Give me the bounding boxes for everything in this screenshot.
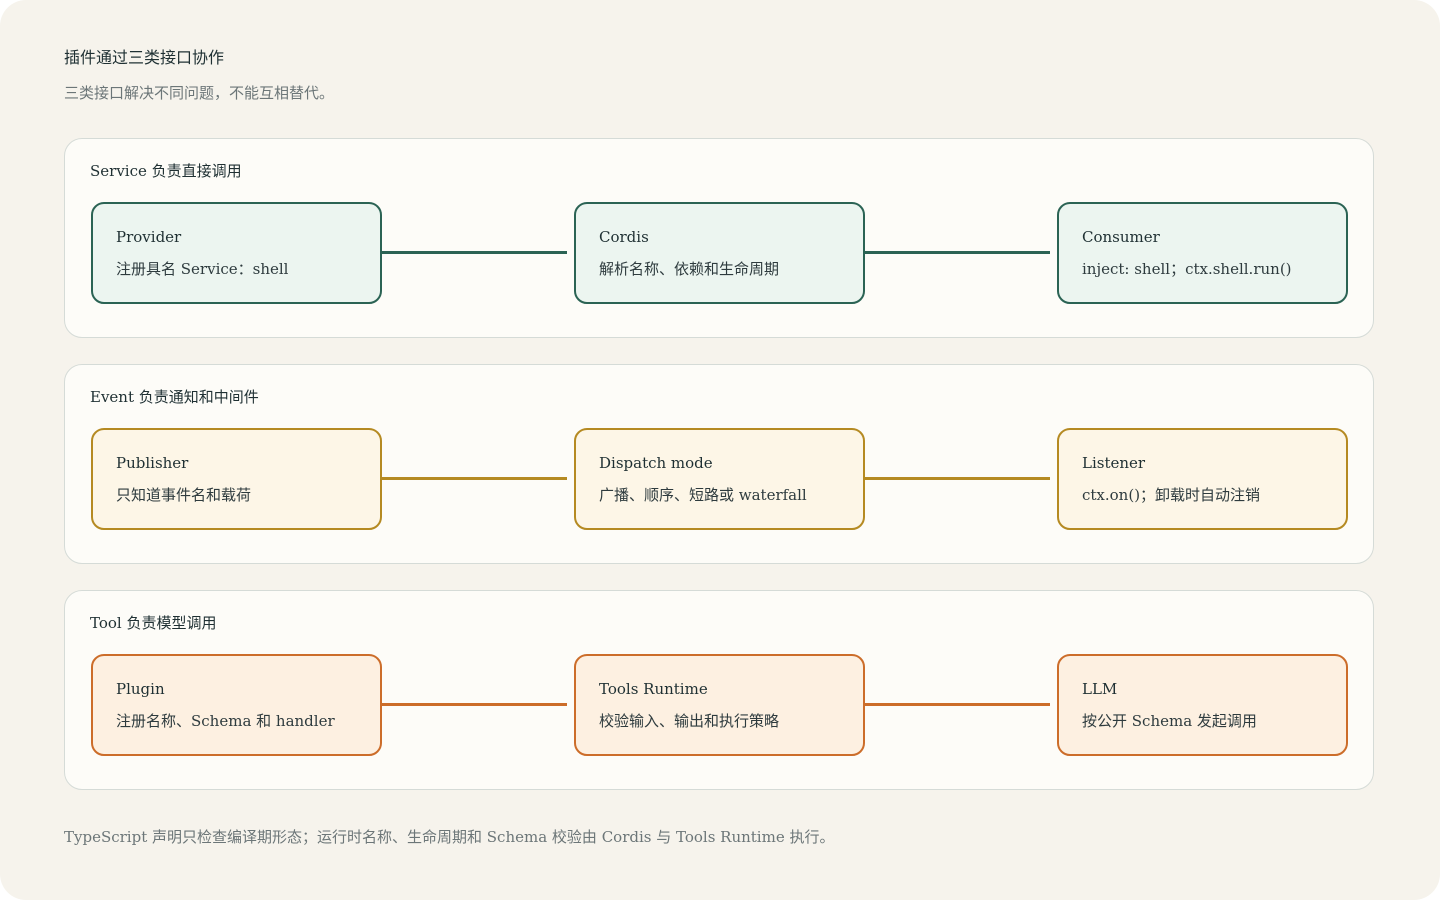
node-title: Provider <box>116 228 182 246</box>
node-description: 解析名称、依赖和生命周期 <box>599 260 780 278</box>
node-title: Publisher <box>116 454 189 472</box>
panel-title: Tool 负责模型调用 <box>90 614 217 632</box>
connector-line <box>382 702 567 706</box>
diagram-canvas: 插件通过三类接口协作 三类接口解决不同问题，不能互相替代。 Service 负责… <box>0 0 1440 900</box>
node-description: ctx.on()；卸载时自动注销 <box>1082 486 1261 504</box>
node-consumer: Consumer inject: shell；ctx.shell.run() <box>1057 202 1348 304</box>
node-title: Dispatch mode <box>599 454 713 472</box>
connector-line <box>865 250 1050 254</box>
connector-line <box>382 250 567 254</box>
node-cordis: Cordis 解析名称、依赖和生命周期 <box>574 202 865 304</box>
node-plugin: Plugin 注册名称、Schema 和 handler <box>91 654 382 756</box>
node-description: 只知道事件名和载荷 <box>116 486 252 504</box>
node-publisher: Publisher 只知道事件名和载荷 <box>91 428 382 530</box>
node-title: Cordis <box>599 228 649 246</box>
panel-service: Service 负责直接调用 Provider 注册具名 Service：she… <box>64 138 1374 338</box>
node-description: 按公开 Schema 发起调用 <box>1082 712 1257 730</box>
diagram-title: 插件通过三类接口协作 <box>64 48 225 67</box>
node-tools-runtime: Tools Runtime 校验输入、输出和执行策略 <box>574 654 865 756</box>
node-description: 广播、顺序、短路或 waterfall <box>599 486 807 504</box>
panel-event: Event 负责通知和中间件 Publisher 只知道事件名和载荷 Dispa… <box>64 364 1374 564</box>
node-llm: LLM 按公开 Schema 发起调用 <box>1057 654 1348 756</box>
connector-line <box>382 476 567 480</box>
panel-title: Event 负责通知和中间件 <box>90 388 259 406</box>
node-listener: Listener ctx.on()；卸载时自动注销 <box>1057 428 1348 530</box>
node-description: 校验输入、输出和执行策略 <box>599 712 780 730</box>
node-title: Plugin <box>116 680 165 698</box>
node-title: Consumer <box>1082 228 1160 246</box>
connector-line <box>865 476 1050 480</box>
node-description: inject: shell；ctx.shell.run() <box>1082 260 1292 278</box>
node-dispatch-mode: Dispatch mode 广播、顺序、短路或 waterfall <box>574 428 865 530</box>
node-description: 注册名称、Schema 和 handler <box>116 712 335 730</box>
node-title: Tools Runtime <box>599 680 708 698</box>
footnote: TypeScript 声明只检查编译期形态；运行时名称、生命周期和 Schema… <box>64 828 835 846</box>
connector-line <box>865 702 1050 706</box>
diagram-subtitle: 三类接口解决不同问题，不能互相替代。 <box>64 84 335 102</box>
panel-tool: Tool 负责模型调用 Plugin 注册名称、Schema 和 handler… <box>64 590 1374 790</box>
node-provider: Provider 注册具名 Service：shell <box>91 202 382 304</box>
node-title: Listener <box>1082 454 1146 472</box>
node-title: LLM <box>1082 680 1118 698</box>
panel-title: Service 负责直接调用 <box>90 162 242 180</box>
node-description: 注册具名 Service：shell <box>116 260 289 278</box>
